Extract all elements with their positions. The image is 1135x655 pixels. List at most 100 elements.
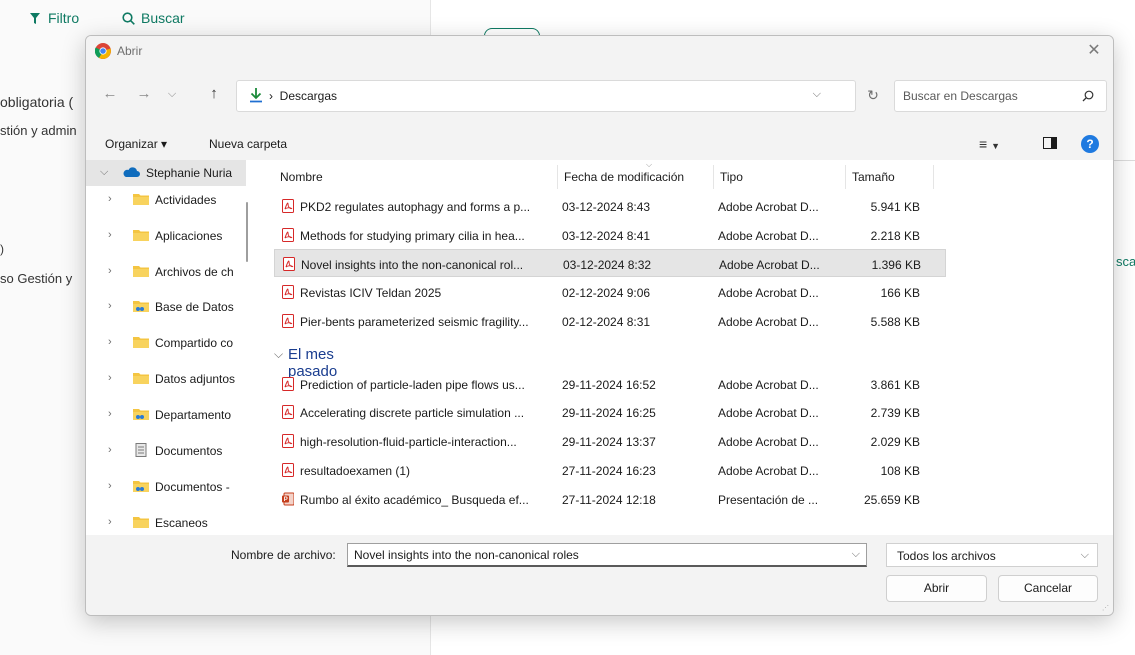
file-row[interactable]: resultadoexamen (1) 27-11-2024 16:23 Ado… [274, 456, 946, 484]
chevron-down-icon[interactable]: ⌵ [852, 548, 860, 561]
nav-item-compartido[interactable]: › Compartido co [86, 330, 246, 356]
pdf-icon [283, 257, 295, 271]
refresh-button[interactable]: ↻ [864, 86, 882, 104]
file-row[interactable]: Methods for studying primary cilia in he… [274, 221, 946, 249]
nav-item-label: Base de Datos [155, 300, 234, 314]
file-type: Adobe Acrobat D... [718, 286, 819, 300]
chevron-right-icon[interactable]: › [108, 336, 118, 348]
nav-item-aplicaciones[interactable]: › Aplicaciones [86, 223, 246, 249]
filter-label: Filtro [48, 10, 80, 26]
file-row[interactable]: Accelerating discrete particle simulatio… [274, 398, 946, 426]
arrow-up-icon: ↑ [210, 85, 218, 102]
chevron-right-icon[interactable]: › [108, 193, 118, 205]
nav-item-documentos[interactable]: › Documentos [86, 438, 246, 464]
nav-item-label: Escaneos [155, 516, 208, 530]
nav-item-datos-adjuntos[interactable]: › Datos adjuntos [86, 366, 246, 392]
pdf-icon [282, 228, 294, 242]
chevron-down-icon: ⌵ [1080, 549, 1089, 561]
breadcrumb-separator: › [269, 89, 280, 103]
nav-item-departamento[interactable]: › Departamento [86, 402, 246, 428]
file-row[interactable]: PKD2 regulates autophagy and forms a p..… [274, 192, 946, 220]
pdf-icon [282, 434, 294, 448]
download-icon [250, 88, 262, 103]
help-icon[interactable]: ? [1081, 135, 1099, 153]
dialog-footer: Nombre de archivo: ⌵ Todos los archivos … [86, 535, 1113, 615]
filter-button[interactable]: Filtro [30, 10, 79, 26]
file-type: Adobe Acrobat D... [718, 435, 819, 449]
nav-item-label: Documentos - [155, 480, 230, 494]
shared-folder-icon [133, 409, 149, 420]
search-icon [1082, 90, 1094, 102]
close-button[interactable]: ✕ [1083, 40, 1105, 62]
file-date: 03-12-2024 8:41 [562, 229, 651, 243]
view-options-button[interactable]: ≡ ▼ [979, 136, 1013, 152]
chevron-right-icon[interactable]: › [108, 444, 118, 456]
resize-grip-icon[interactable]: ⋰ [1102, 604, 1110, 612]
file-date: 03-12-2024 8:43 [562, 200, 651, 214]
chevron-right-icon[interactable]: › [108, 265, 118, 277]
file-row[interactable]: high-resolution-fluid-particle-interacti… [274, 427, 946, 455]
chevron-right-icon[interactable]: › [108, 408, 118, 420]
navigation-row: ← → ⌵ ↑ › Descargas ⌵ ↻ [86, 72, 1113, 116]
background-text: obligatoria ( [0, 94, 74, 110]
chevron-right-icon[interactable]: › [108, 516, 118, 528]
filename-combobox[interactable]: ⌵ [347, 543, 867, 567]
file-name: resultadoexamen (1) [300, 464, 411, 478]
search-input[interactable] [903, 87, 1073, 105]
chevron-right-icon[interactable]: › [108, 480, 118, 492]
background-search-button[interactable]: Buscar [122, 10, 185, 26]
file-row[interactable]: Prediction of particle-laden pipe flows … [274, 370, 946, 398]
file-row-selected[interactable]: Novel insights into the non-canonical ro… [274, 249, 946, 277]
dialog-titlebar: Abrir ✕ [86, 36, 1113, 66]
pdf-icon [282, 285, 294, 299]
folder-icon [133, 266, 149, 277]
chevron-right-icon[interactable]: › [108, 300, 118, 312]
breadcrumb-descargas[interactable]: Descargas [280, 89, 337, 103]
forward-button[interactable]: → [134, 84, 154, 104]
arrow-left-icon: ← [102, 85, 118, 102]
list-view-icon: ≡ [979, 136, 988, 152]
back-button[interactable]: ← [100, 84, 120, 104]
nav-item-onedrive[interactable]: ⌵ Stephanie Nuria [86, 160, 246, 186]
nav-item-actividades[interactable]: › Actividades [86, 187, 246, 213]
up-button[interactable]: ↑ [204, 84, 224, 104]
column-header-type[interactable]: Tipo [714, 165, 846, 189]
file-date: 03-12-2024 8:32 [563, 258, 652, 272]
open-button[interactable]: Abrir [886, 575, 987, 602]
organize-button[interactable]: Organizar ▾ [105, 137, 167, 151]
column-header-size[interactable]: Tamaño [846, 165, 934, 189]
file-size: 25.659 KB [863, 493, 920, 507]
chevron-down-icon[interactable]: ⌵ [100, 166, 110, 179]
nav-item-escaneos[interactable]: › Escaneos [86, 510, 246, 535]
filename-input[interactable] [354, 548, 834, 562]
cancel-button[interactable]: Cancelar [998, 575, 1098, 602]
file-row[interactable]: Pier-bents parameterized seismic fragili… [274, 307, 946, 335]
search-icon [122, 11, 135, 25]
background-text: so Gestión y [0, 271, 73, 286]
column-header-name[interactable]: Nombre [274, 165, 558, 189]
nav-pane-scrollbar[interactable] [246, 202, 248, 262]
file-row[interactable]: Revistas ICIV Teldan 2025 02-12-2024 9:0… [274, 278, 946, 306]
column-header-date[interactable]: Fecha de modificación [558, 165, 714, 189]
chevron-right-icon[interactable]: › [108, 229, 118, 241]
search-box[interactable] [894, 80, 1107, 112]
chevron-right-icon[interactable]: › [108, 372, 118, 384]
file-date: 02-12-2024 8:31 [562, 315, 651, 329]
new-folder-button[interactable]: Nueva carpeta [209, 137, 287, 151]
file-date: 29-11-2024 16:25 [562, 406, 656, 420]
nav-item-label: Archivos de ch [155, 265, 234, 279]
preview-pane-icon[interactable] [1043, 137, 1057, 149]
filetype-select[interactable]: Todos los archivos ⌵ [886, 543, 1098, 567]
file-row[interactable]: P Rumbo al éxito académico_ Busqueda ef.… [274, 485, 946, 513]
recent-locations-button[interactable]: ⌵ [162, 84, 182, 104]
address-bar[interactable]: › Descargas ⌵ [236, 80, 856, 112]
address-dropdown-icon[interactable]: ⌵ [813, 88, 821, 101]
nav-item-archivos-de-chat[interactable]: › Archivos de ch [86, 259, 246, 285]
file-name: Accelerating discrete particle simulatio… [300, 406, 525, 420]
navigation-pane: ⌵ Stephanie Nuria › Actividades › Aplica… [86, 160, 252, 535]
nav-item-documentos-shared[interactable]: › Documentos - [86, 474, 246, 500]
documents-icon [135, 443, 147, 457]
nav-item-base-de-datos[interactable]: › Base de Datos [86, 294, 246, 320]
file-type: Adobe Acrobat D... [719, 258, 820, 272]
file-name: Pier-bents parameterized seismic fragili… [300, 315, 529, 329]
